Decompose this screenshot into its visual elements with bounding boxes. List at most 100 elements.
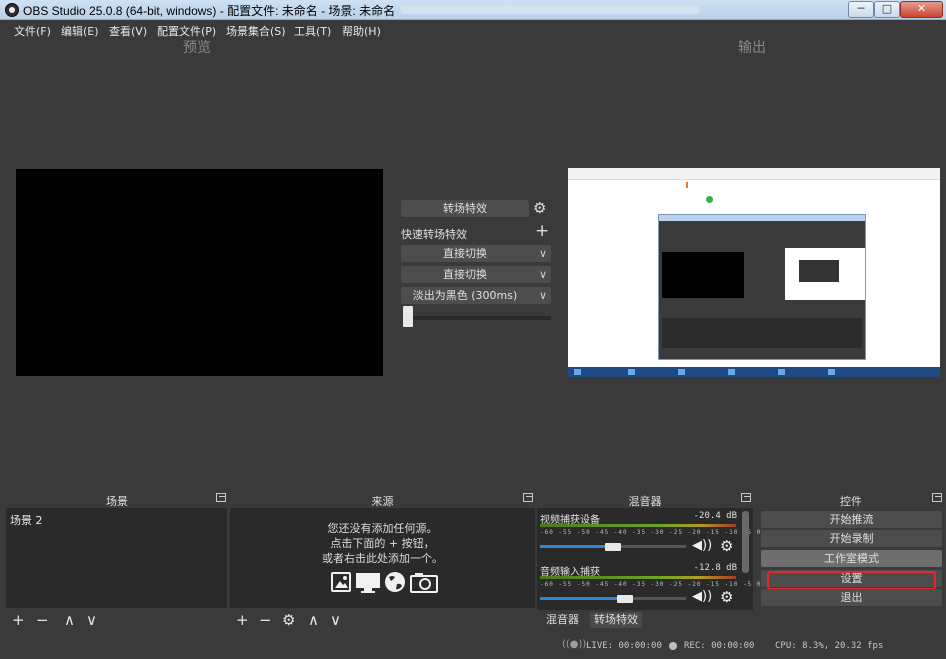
camera-icon: [410, 573, 438, 593]
program-screenshot-start-icon: [574, 369, 581, 375]
program-screenshot-inner: [799, 260, 839, 282]
controls-dock-title: 控件: [758, 491, 944, 508]
program-screenshot-title: [659, 215, 865, 221]
menu-scene-collection[interactable]: 场景集合(S): [226, 23, 286, 39]
sources-title: 来源: [371, 495, 394, 508]
menu-edit[interactable]: 编辑(E): [61, 23, 99, 39]
program-screenshot-task-icon: [728, 369, 735, 375]
scenes-dock-title: 场景: [6, 491, 228, 508]
transition-button[interactable]: 转场特效: [401, 200, 529, 217]
quick-transition-select-1[interactable]: 直接切换 ∨: [401, 245, 551, 262]
rec-status: REC: 00:00:00: [684, 641, 755, 651]
settings-highlight-box: [767, 571, 936, 590]
move-scene-up-icon[interactable]: ∧: [64, 611, 75, 629]
chevron-down-icon: ∨: [538, 289, 547, 302]
scene-item[interactable]: 场景 2: [10, 512, 43, 528]
add-scene-icon[interactable]: +: [12, 611, 25, 629]
add-quick-transition-icon[interactable]: +: [535, 221, 549, 241]
program-screenshot-preview: [662, 252, 744, 298]
quick-transition-select-3[interactable]: 淡出为黑色 (300ms) ∨: [401, 287, 551, 304]
sources-empty-line-1: 您还没有添加任何源。: [327, 522, 438, 535]
mixer-channel-1-meter: [540, 524, 736, 527]
studio-mode-button[interactable]: 工作室模式: [761, 550, 942, 567]
source-properties-gear-icon[interactable]: ⚙: [282, 611, 295, 629]
move-source-down-icon[interactable]: ∨: [330, 611, 341, 629]
move-source-up-icon[interactable]: ∧: [308, 611, 319, 629]
remove-source-icon[interactable]: −: [259, 611, 272, 629]
mixer-dock-title: 混音器: [537, 491, 753, 508]
title-bar: OBS Studio 25.0.8 (64-bit, windows) - 配置…: [0, 0, 946, 20]
mixer-channel-1-scale: -60 -55 -50 -45 -40 -35 -30 -25 -20 -15 …: [540, 529, 762, 536]
start-streaming-button[interactable]: 开始推流: [761, 511, 942, 528]
move-scene-down-icon[interactable]: ∨: [86, 611, 97, 629]
exit-button[interactable]: 退出: [761, 589, 942, 606]
obs-logo-icon: [5, 3, 19, 17]
mixer-channel-1-slider-handle[interactable]: [605, 543, 621, 551]
menu-help[interactable]: 帮助(H): [342, 23, 381, 39]
program-canvas[interactable]: [568, 168, 940, 377]
image-icon: [331, 572, 351, 592]
sources-dock-title: 来源: [230, 491, 535, 508]
t-bar-handle[interactable]: [403, 306, 413, 327]
program-screenshot-check-icon: [706, 196, 713, 203]
program-screenshot-accent: [686, 182, 688, 188]
speaker-icon[interactable]: ◀)): [692, 538, 712, 553]
menu-file[interactable]: 文件(F): [14, 23, 51, 39]
close-button[interactable]: ✕: [900, 1, 943, 18]
mixer-channel-2-gear-icon[interactable]: ⚙: [720, 588, 733, 606]
preview-canvas[interactable]: [16, 169, 383, 376]
quick-transitions-label: 快速转场特效: [401, 228, 467, 241]
mixer-channel-1-db: -20.4 dB: [693, 511, 737, 521]
float-dock-icon[interactable]: [741, 493, 751, 502]
t-bar-track[interactable]: [403, 316, 551, 320]
quick-transition-label: 直接切换: [443, 268, 487, 281]
menu-tools[interactable]: 工具(T): [294, 23, 331, 39]
program-screenshot-browser-bar: [568, 168, 940, 180]
mixer-scrollbar[interactable]: [742, 511, 749, 573]
maximize-button[interactable]: □: [874, 1, 900, 18]
mixer-channel-2-slider-handle[interactable]: [617, 595, 633, 603]
program-screenshot-taskbar: [568, 367, 940, 377]
program-screenshot-task-icon: [628, 369, 635, 375]
source-type-icons: [331, 572, 438, 593]
preview-label: 预览: [183, 40, 211, 56]
tab-transitions[interactable]: 转场特效: [590, 612, 642, 628]
program-screenshot-docks: [662, 318, 862, 348]
scenes-title: 场景: [106, 495, 128, 508]
title-bar-blurred-area: [400, 5, 700, 14]
controls-title: 控件: [840, 495, 862, 508]
display-icon: [356, 573, 380, 593]
rec-dot-icon: [669, 642, 677, 650]
tab-mixer[interactable]: 混音器: [542, 612, 583, 628]
program-screenshot-task-icon: [778, 369, 785, 375]
add-source-icon[interactable]: +: [236, 611, 249, 629]
mixer-channel-2-meter: [540, 576, 736, 579]
sources-empty-line-3: 或者右击此处添加一个。: [322, 552, 443, 565]
program-label: 输出: [738, 40, 766, 56]
float-dock-icon[interactable]: [932, 493, 942, 502]
mixer-channel-2-slider-fill: [540, 597, 625, 600]
program-screenshot-task-icon: [678, 369, 685, 375]
speaker-icon[interactable]: ◀)): [692, 589, 712, 604]
quick-transition-label: 直接切换: [443, 247, 487, 260]
menu-bar: 文件(F) 编辑(E) 查看(V) 配置文件(P) 场景集合(S) 工具(T) …: [0, 20, 946, 38]
live-icon: ((●)): [562, 639, 587, 650]
window-title: OBS Studio 25.0.8 (64-bit, windows) - 配置…: [23, 4, 396, 18]
mixer-channel-2-scale: -60 -55 -50 -45 -40 -35 -30 -25 -20 -15 …: [540, 581, 762, 588]
float-dock-icon[interactable]: [216, 493, 226, 502]
quick-transition-select-2[interactable]: 直接切换 ∨: [401, 266, 551, 283]
remove-scene-icon[interactable]: −: [36, 611, 49, 629]
mixer-title: 混音器: [628, 495, 662, 508]
mixer-channel-1-slider-fill: [540, 545, 613, 548]
menu-view[interactable]: 查看(V): [109, 23, 147, 39]
start-recording-button[interactable]: 开始录制: [761, 530, 942, 547]
transition-gear-icon[interactable]: ⚙: [533, 199, 546, 217]
float-dock-icon[interactable]: [523, 493, 533, 502]
chevron-down-icon: ∨: [538, 247, 547, 260]
mixer-channel-1-gear-icon[interactable]: ⚙: [720, 537, 733, 555]
globe-icon: [385, 572, 405, 592]
cpu-status: CPU: 8.3%, 20.32 fps: [775, 641, 884, 651]
sources-empty-line-2: 点击下面的 + 按钮，: [330, 537, 435, 550]
minimize-button[interactable]: ─: [848, 1, 874, 18]
program-screenshot-task-icon: [828, 369, 835, 375]
